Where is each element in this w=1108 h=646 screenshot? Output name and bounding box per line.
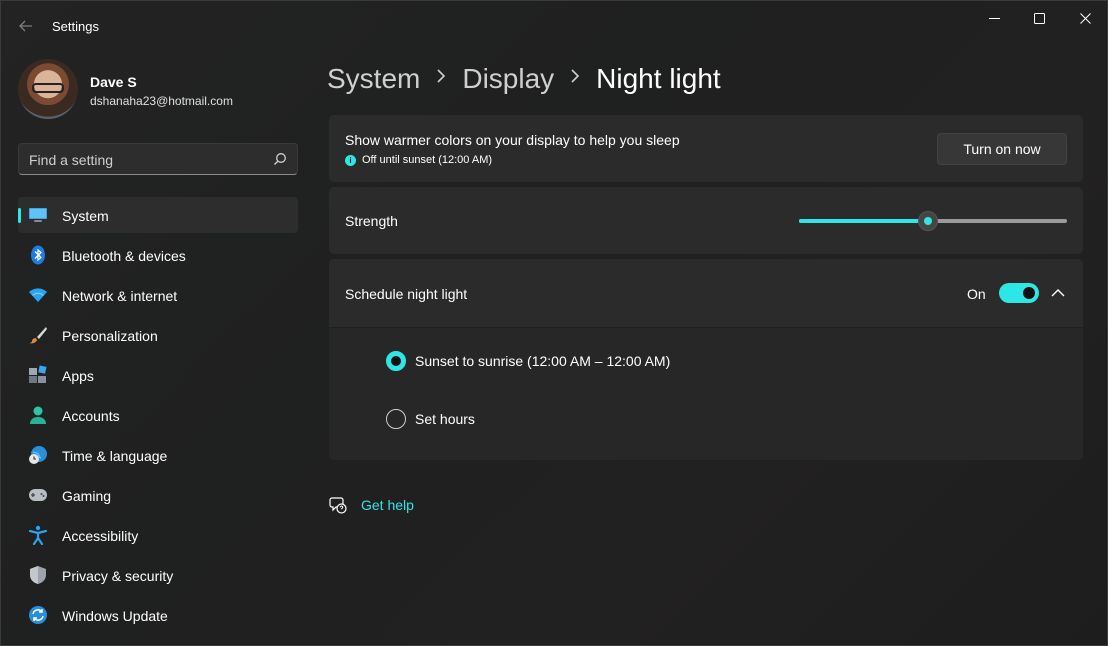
- sidebar-item-bluetooth[interactable]: Bluetooth & devices: [18, 237, 298, 273]
- get-help-link[interactable]: Get help: [361, 497, 414, 513]
- update-icon: [28, 605, 48, 625]
- sidebar-item-label: Time & language: [62, 448, 168, 464]
- back-button[interactable]: [15, 15, 37, 37]
- apps-icon: [28, 365, 48, 385]
- slider-thumb[interactable]: [917, 211, 938, 231]
- radio-label: Set hours: [415, 411, 475, 427]
- radio-set-hours[interactable]: Set hours: [386, 408, 475, 430]
- sidebar-item-label: Privacy & security: [62, 568, 174, 584]
- schedule-label: Schedule night light: [345, 286, 468, 302]
- globe-clock-icon: [28, 445, 48, 465]
- sidebar-item-label: Apps: [62, 368, 94, 384]
- search-icon[interactable]: [273, 152, 287, 166]
- sidebar-item-accounts[interactable]: Accounts: [18, 397, 298, 433]
- sidebar-item-system[interactable]: System: [18, 197, 298, 233]
- info-icon: i: [345, 154, 356, 166]
- night-light-card: Show warmer colors on your display to he…: [329, 115, 1083, 182]
- close-button[interactable]: [1062, 1, 1108, 35]
- minimize-button[interactable]: [971, 1, 1017, 35]
- bluetooth-icon: [28, 245, 48, 265]
- sidebar-item-windows-update[interactable]: Windows Update: [18, 597, 298, 633]
- monitor-icon: [28, 205, 48, 225]
- avatar: [18, 59, 78, 119]
- breadcrumb: System Display Night light: [327, 61, 721, 97]
- sidebar-item-label: Bluetooth & devices: [62, 248, 186, 264]
- profile-email: dshanaha23@hotmail.com: [90, 94, 233, 108]
- breadcrumb-display[interactable]: Display: [462, 63, 554, 95]
- sidebar-item-label: Accessibility: [62, 528, 139, 544]
- page-title: Night light: [596, 63, 721, 94]
- settings-window: Settings Dave S dshanaha23@hotmail.com S…: [0, 0, 1108, 646]
- sidebar-item-label: Windows Update: [62, 608, 168, 624]
- minimize-icon: [988, 17, 1000, 19]
- schedule-options: Sunset to sunrise (12:00 AM – 12:00 AM) …: [329, 327, 1083, 460]
- sidebar-nav: System Bluetooth & devices Network & int…: [18, 197, 298, 637]
- schedule-card[interactable]: Schedule night light On: [329, 259, 1083, 327]
- chevron-right-icon: [436, 67, 446, 88]
- sidebar-item-gaming[interactable]: Gaming: [18, 477, 298, 513]
- toggle-state-label: On: [967, 286, 986, 302]
- chevron-right-icon: [570, 67, 580, 88]
- help-chat-icon: [329, 497, 347, 514]
- app-title: Settings: [52, 19, 99, 34]
- maximize-button[interactable]: [1016, 1, 1062, 35]
- sidebar-item-apps[interactable]: Apps: [18, 357, 298, 393]
- sidebar-item-accessibility[interactable]: Accessibility: [18, 517, 298, 553]
- sidebar-item-label: Accounts: [62, 408, 120, 424]
- person-icon: [28, 405, 48, 425]
- search-box: [18, 143, 298, 175]
- radio-button[interactable]: [386, 409, 406, 429]
- turn-on-now-button[interactable]: Turn on now: [937, 133, 1067, 165]
- user-profile[interactable]: Dave S dshanaha23@hotmail.com: [18, 59, 298, 119]
- close-icon: [1079, 12, 1091, 24]
- radio-label: Sunset to sunrise (12:00 AM – 12:00 AM): [415, 353, 671, 369]
- radio-button[interactable]: [386, 351, 406, 371]
- strength-slider[interactable]: [799, 211, 1067, 231]
- slider-fill: [799, 219, 928, 223]
- search-input[interactable]: [29, 152, 259, 168]
- sidebar-item-label: System: [62, 208, 109, 224]
- sidebar-item-label: Personalization: [62, 328, 158, 344]
- radio-sunset-to-sunrise[interactable]: Sunset to sunrise (12:00 AM – 12:00 AM): [386, 350, 670, 372]
- sidebar-item-personalization[interactable]: Personalization: [18, 317, 298, 353]
- wifi-icon: [28, 285, 48, 305]
- breadcrumb-system[interactable]: System: [327, 63, 420, 95]
- accessibility-icon: [28, 525, 48, 545]
- toggle-knob: [1023, 287, 1035, 299]
- maximize-icon: [1033, 12, 1045, 24]
- gamepad-icon: [28, 485, 48, 505]
- sidebar-item-label: Gaming: [62, 488, 112, 504]
- night-light-description: Show warmer colors on your display to he…: [345, 132, 680, 148]
- shield-icon: [28, 565, 48, 585]
- get-help[interactable]: Get help: [329, 494, 414, 516]
- night-light-status: i Off until sunset (12:00 AM): [345, 154, 492, 166]
- schedule-toggle[interactable]: [999, 283, 1039, 303]
- status-text: Off until sunset (12:00 AM): [362, 154, 493, 166]
- strength-card: Strength: [329, 187, 1083, 254]
- strength-label: Strength: [345, 213, 398, 229]
- arrow-left-icon: [19, 20, 32, 32]
- sidebar-item-network[interactable]: Network & internet: [18, 277, 298, 313]
- title-bar: Settings: [1, 1, 1108, 51]
- sidebar-item-label: Network & internet: [62, 288, 178, 304]
- chevron-up-icon[interactable]: [1049, 284, 1067, 302]
- brush-icon: [28, 325, 48, 345]
- sidebar-item-time-language[interactable]: Time & language: [18, 437, 298, 473]
- profile-name: Dave S: [90, 74, 137, 90]
- sidebar-item-privacy[interactable]: Privacy & security: [18, 557, 298, 593]
